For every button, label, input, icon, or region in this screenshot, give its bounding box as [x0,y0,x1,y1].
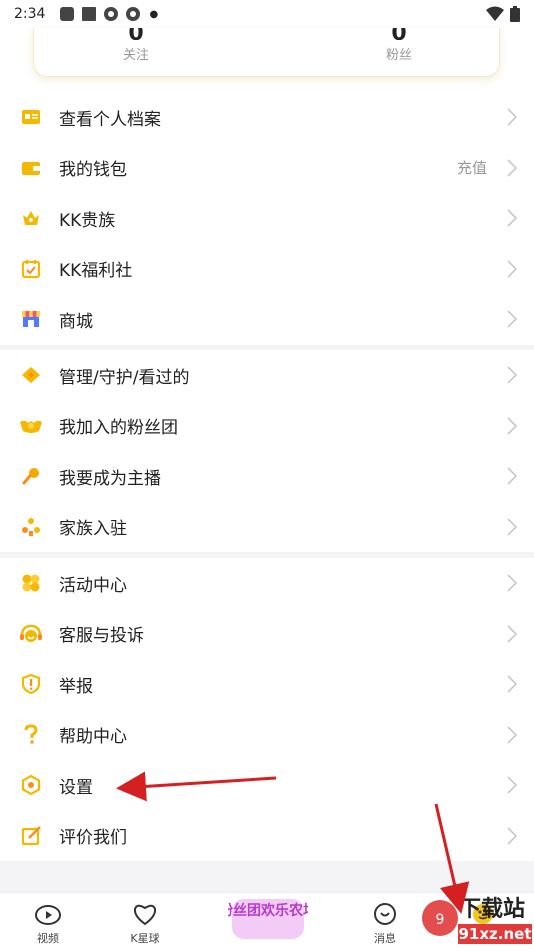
chevron-right-icon [507,209,518,227]
tab-label: K星球 [130,932,160,945]
chevron-right-icon [507,159,518,177]
chevron-right-icon [507,827,518,845]
chevron-right-icon [507,625,518,643]
video-tab-icon [35,905,61,925]
tab-messages[interactable]: 消息 [355,901,415,946]
family-icon [22,517,40,536]
menu-item-label: 商城 [59,311,93,332]
menu-item-family[interactable]: 家族入驻 [0,502,534,553]
menu-item-shop[interactable]: 商城 [0,294,534,345]
stats-card: 0 关注 0 粉丝 [33,28,500,77]
fans-stat[interactable]: 0 粉丝 [339,28,459,63]
chevron-right-icon [507,366,518,384]
promo-text-line1: 粉丝团欢乐农场 [228,902,308,919]
menu-item-label: 我的钱包 [59,160,127,181]
wifi-icon [486,6,504,21]
menu-item-label: 活动中心 [59,575,127,596]
menu-section-help: 活动中心 客服与投诉 举报 帮助中心 设置 评价我们 [0,558,534,861]
recharge-link[interactable]: 充值 [457,157,487,178]
follow-stat[interactable]: 0 关注 [76,28,196,63]
chevron-right-icon [507,518,518,536]
menu-item-label: 客服与投诉 [59,626,144,647]
menu-item-label: 帮助中心 [59,727,127,748]
chevron-right-icon [507,574,518,592]
tab-label: 消息 [374,932,396,945]
menu-section-fans: 管理/守护/看过的 我加入的粉丝团 我要成为主播 家族入驻 [0,350,534,552]
chevron-right-icon [507,310,518,328]
menu-item-activity[interactable]: 活动中心 [0,558,534,609]
watermark-line1: 下载站 [459,896,525,922]
menu-item-label: 举报 [59,676,93,697]
microphone-icon [22,468,39,485]
menu-item-manage[interactable]: 管理/守护/看过的 [0,350,534,401]
menu-item-become-host[interactable]: 我要成为主播 [0,451,534,502]
fan-farm-promo-icon[interactable]: 粉丝团欢乐农场 [228,885,308,947]
shop-icon [22,311,40,328]
follow-count: 0 [76,28,196,40]
crown-icon [23,211,39,226]
menu-item-profile[interactable]: 查看个人档案 [0,92,534,143]
menu-item-help[interactable]: 帮助中心 [0,710,534,761]
profile-header: 0 关注 0 粉丝 [0,28,534,98]
menu-item-report[interactable]: 举报 [0,659,534,710]
menu-item-fan-group[interactable]: 我加入的粉丝团 [0,401,534,452]
status-icons [486,6,520,22]
aperture-icon [126,7,141,21]
menu-section-account: 查看个人档案 我的钱包 充值 KK贵族 KK福利社 商城 [0,92,534,345]
svg-text:9: 9 [436,912,445,928]
menu-item-kk-welfare[interactable]: KK福利社 [0,244,534,295]
help-icon [24,724,38,744]
battery-icon [510,6,520,22]
app-notification-icon [60,7,75,21]
tab-k-planet[interactable]: K星球 [115,901,175,946]
tab-label: 视频 [37,932,59,945]
fans-label: 粉丝 [385,48,412,63]
chevron-right-icon [507,726,518,744]
chevron-right-icon [507,260,518,278]
activity-icon [22,574,40,592]
menu-item-rate-us[interactable]: 评价我们 [0,811,534,862]
rate-icon [21,825,41,845]
message-tab-icon [374,903,396,925]
more-notifications-dot: ● [149,8,159,20]
menu-item-label: 评价我们 [59,828,127,849]
menu-item-label: 我加入的粉丝团 [59,418,178,439]
menu-item-settings[interactable]: 设置 [0,760,534,811]
aperture-icon [104,7,119,21]
chevron-right-icon [507,108,518,126]
chevron-right-icon [507,776,518,794]
menu-item-label: 查看个人档案 [59,109,161,130]
tab-video[interactable]: 视频 [18,901,78,946]
status-bar: 2:34 ● [0,0,534,28]
menu-item-label: 家族入驻 [59,519,127,540]
settings-icon [21,774,41,796]
wallet-icon [22,161,40,175]
menu-item-label: KK贵族 [59,210,116,231]
watermark-line2: 91xz.net [458,925,531,943]
menu-item-wallet[interactable]: 我的钱包 充值 [0,143,534,194]
follow-label: 关注 [122,48,149,63]
fan-group-icon [20,420,42,433]
chevron-right-icon [507,675,518,693]
fans-count: 0 [339,28,459,40]
download-site-watermark: 9 下载站 91xz.net [422,896,532,944]
menu-item-label: 管理/守护/看过的 [59,367,190,388]
headset-icon [20,624,42,642]
chevron-right-icon [507,467,518,485]
k-planet-heart-icon [133,904,157,926]
app-notification-icon [82,7,97,21]
diamond-heart-icon [22,367,40,384]
calendar-check-icon [21,259,41,278]
status-time: 2:34 [14,6,46,22]
menu-item-label: KK福利社 [59,261,133,282]
menu-item-customer-service[interactable]: 客服与投诉 [0,609,534,660]
chevron-right-icon [507,417,518,435]
menu-item-label: 设置 [59,777,93,798]
menu-item-kk-noble[interactable]: KK贵族 [0,193,534,244]
report-shield-icon [21,674,41,695]
profile-card-icon [22,110,40,125]
menu-item-label: 我要成为主播 [59,468,161,489]
